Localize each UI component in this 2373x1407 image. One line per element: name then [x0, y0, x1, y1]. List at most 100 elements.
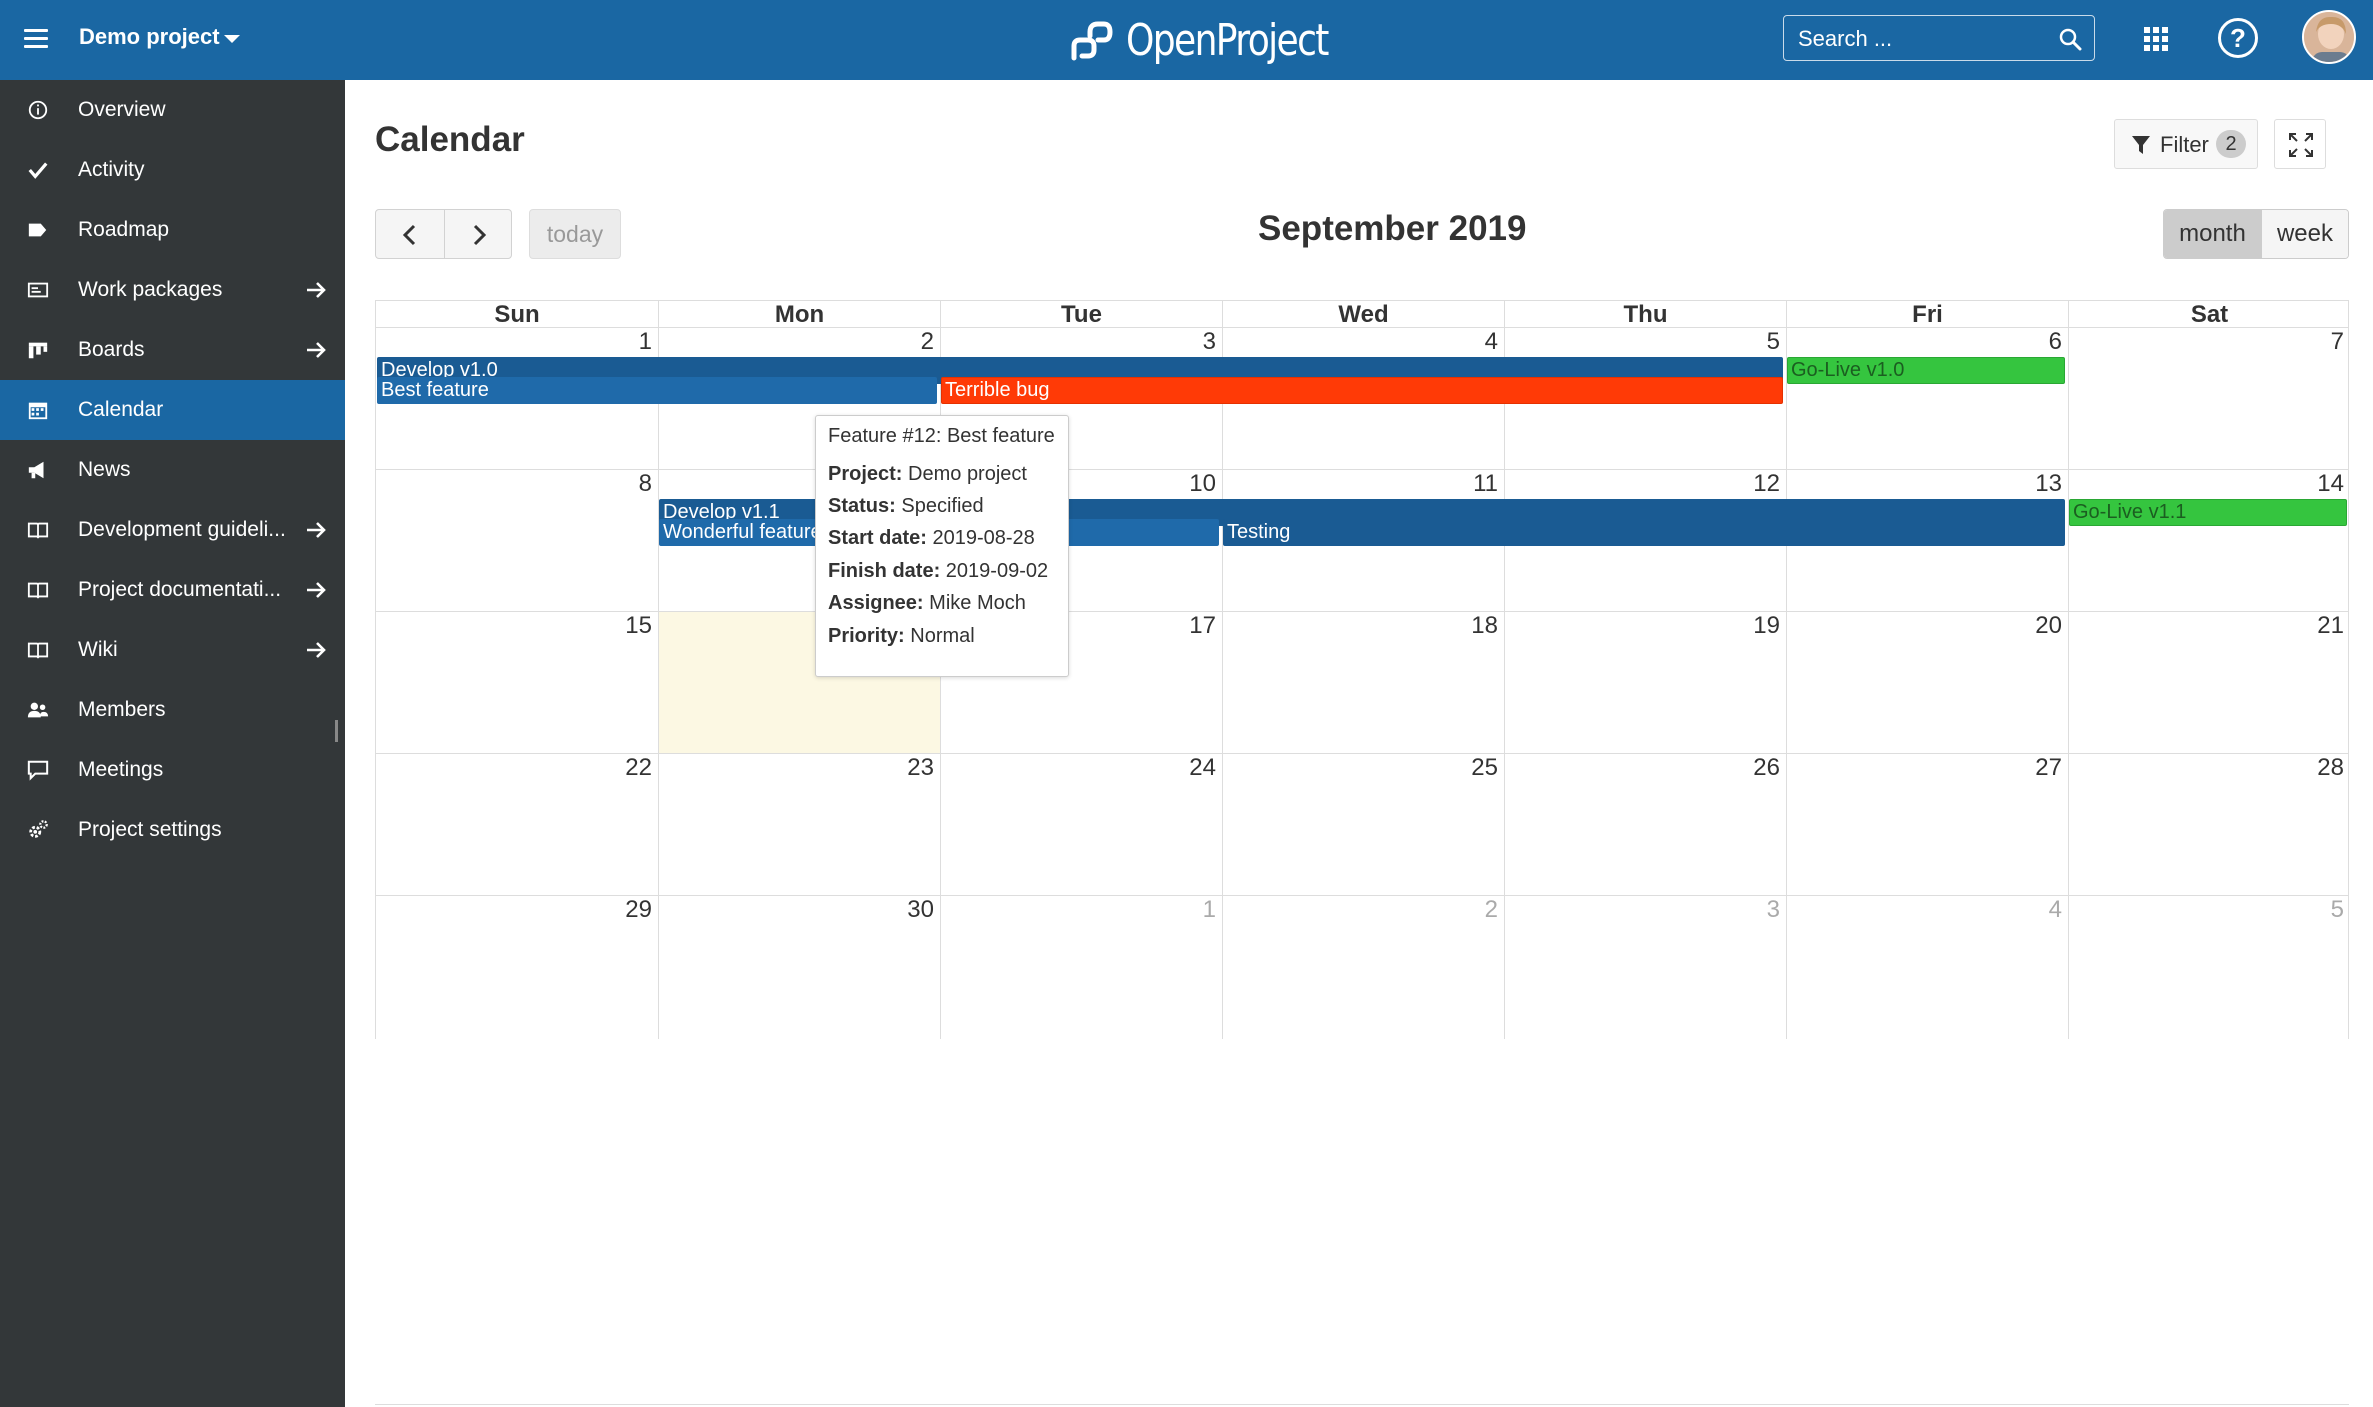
day-cell[interactable]: 6: [1786, 328, 2068, 469]
month-view-button[interactable]: month: [2164, 210, 2261, 258]
day-number[interactable]: 17: [1189, 612, 1216, 640]
day-number[interactable]: 5: [1767, 328, 1780, 356]
day-number[interactable]: 11: [1473, 470, 1498, 498]
day-cell[interactable]: 26: [1504, 754, 1786, 895]
day-cell[interactable]: 15: [376, 612, 658, 753]
day-number[interactable]: 25: [1471, 754, 1498, 782]
calendar-event[interactable]: Best feature: [377, 377, 937, 404]
week-view-button[interactable]: week: [2260, 210, 2348, 258]
next-month-button[interactable]: [443, 210, 512, 258]
search-icon[interactable]: [2058, 27, 2082, 51]
calendar-event[interactable]: Terrible bug: [941, 377, 1783, 404]
avatar[interactable]: [2302, 10, 2356, 64]
today-button[interactable]: today: [529, 209, 621, 259]
day-number[interactable]: 29: [625, 896, 652, 924]
arrow-right-icon[interactable]: [304, 518, 328, 542]
day-cell[interactable]: 28: [2068, 754, 2350, 895]
day-cell[interactable]: 8: [376, 470, 658, 611]
day-cell[interactable]: 1: [940, 896, 1222, 1039]
day-number[interactable]: 12: [1753, 470, 1780, 498]
day-cell[interactable]: 27: [1786, 754, 2068, 895]
day-number[interactable]: 8: [639, 470, 652, 498]
day-number[interactable]: 14: [2317, 470, 2344, 498]
sidebar-item-project-settings[interactable]: Project settings: [0, 800, 345, 860]
calendar-event[interactable]: Go-Live v1.0: [1787, 357, 2065, 384]
day-cell[interactable]: 25: [1222, 754, 1504, 895]
sidebar-item-wiki[interactable]: Wiki: [0, 620, 345, 680]
day-cell[interactable]: 18: [1222, 612, 1504, 753]
day-number[interactable]: 20: [2035, 612, 2062, 640]
help-icon[interactable]: ?: [2218, 18, 2258, 58]
day-number[interactable]: 5: [2331, 896, 2344, 924]
project-selector[interactable]: Demo project: [79, 24, 220, 50]
day-number[interactable]: 4: [2049, 896, 2062, 924]
day-number[interactable]: 4: [1485, 328, 1498, 356]
arrow-right-icon[interactable]: [304, 578, 328, 602]
prev-month-button[interactable]: [376, 210, 444, 258]
sidebar-item-news[interactable]: News: [0, 440, 345, 500]
sidebar-item-overview[interactable]: Overview: [0, 80, 345, 140]
day-number[interactable]: 28: [2317, 754, 2344, 782]
sidebar-item-development-guidelines[interactable]: Development guideli...: [0, 500, 345, 560]
sidebar-item-work-packages[interactable]: Work packages: [0, 260, 345, 320]
day-number[interactable]: 27: [2035, 754, 2062, 782]
day-number[interactable]: 22: [625, 754, 652, 782]
sidebar-item-calendar[interactable]: Calendar: [0, 380, 345, 440]
calendar-event[interactable]: Go-Live v1.1: [2069, 499, 2347, 526]
day-cell[interactable]: 7: [2068, 328, 2350, 469]
day-cell[interactable]: 5: [2068, 896, 2350, 1039]
sidebar-resize-handle[interactable]: [335, 720, 338, 742]
weekday-header-row: Sun Mon Tue Wed Thu Fri Sat: [375, 300, 2349, 328]
sidebar-item-roadmap[interactable]: Roadmap: [0, 200, 345, 260]
arrow-right-icon[interactable]: [304, 638, 328, 662]
day-number[interactable]: 3: [1767, 896, 1780, 924]
day-number[interactable]: 3: [1203, 328, 1216, 356]
weekday-header: Sun: [494, 301, 540, 328]
arrow-right-icon[interactable]: [304, 278, 328, 302]
day-number[interactable]: 7: [2331, 328, 2344, 356]
day-number[interactable]: 6: [2049, 328, 2062, 356]
sidebar-item-boards[interactable]: Boards: [0, 320, 345, 380]
sidebar-item-activity[interactable]: Activity: [0, 140, 345, 200]
filter-button[interactable]: Filter 2: [2114, 119, 2258, 169]
search-input[interactable]: [1798, 26, 2048, 52]
day-number[interactable]: 30: [907, 896, 934, 924]
day-cell[interactable]: 2: [1222, 896, 1504, 1039]
day-number[interactable]: 23: [907, 754, 934, 782]
day-number[interactable]: 18: [1471, 612, 1498, 640]
day-cell[interactable]: 23: [658, 754, 940, 895]
day-number[interactable]: 2: [921, 328, 934, 356]
day-number[interactable]: 26: [1753, 754, 1780, 782]
day-cell[interactable]: 24: [940, 754, 1222, 895]
day-number[interactable]: 1: [1203, 896, 1216, 924]
day-cell[interactable]: 14: [2068, 470, 2350, 611]
day-number[interactable]: 24: [1189, 754, 1216, 782]
day-cell[interactable]: 29: [376, 896, 658, 1039]
sidebar-item-meetings[interactable]: Meetings: [0, 740, 345, 800]
day-cell[interactable]: 4: [1786, 896, 2068, 1039]
hamburger-menu-icon[interactable]: [24, 26, 48, 52]
day-cell[interactable]: 21: [2068, 612, 2350, 753]
day-cell[interactable]: 19: [1504, 612, 1786, 753]
day-cell[interactable]: 20: [1786, 612, 2068, 753]
fullscreen-button[interactable]: [2274, 119, 2326, 169]
arrow-right-icon[interactable]: [304, 338, 328, 362]
sidebar-item-project-documentation[interactable]: Project documentati...: [0, 560, 345, 620]
modules-grid-icon[interactable]: [2144, 27, 2168, 51]
openproject-logo[interactable]: OpenProject: [1068, 12, 1372, 68]
day-number[interactable]: 15: [625, 612, 652, 640]
day-number[interactable]: 19: [1753, 612, 1780, 640]
day-number[interactable]: 10: [1189, 470, 1216, 498]
day-number[interactable]: 1: [639, 328, 652, 356]
day-cell[interactable]: 30: [658, 896, 940, 1039]
calendar-event[interactable]: Testing: [1223, 519, 2065, 546]
week-row: 29 30 1 2 3 4 5: [375, 895, 2349, 1039]
day-number[interactable]: 21: [2317, 612, 2344, 640]
chevron-down-icon[interactable]: [224, 35, 240, 43]
day-number[interactable]: 13: [2035, 470, 2062, 498]
project-sidebar: Overview Activity Roadmap Work packages …: [0, 80, 345, 1407]
day-number[interactable]: 2: [1485, 896, 1498, 924]
day-cell[interactable]: 22: [376, 754, 658, 895]
sidebar-item-members[interactable]: Members: [0, 680, 345, 740]
day-cell[interactable]: 3: [1504, 896, 1786, 1039]
